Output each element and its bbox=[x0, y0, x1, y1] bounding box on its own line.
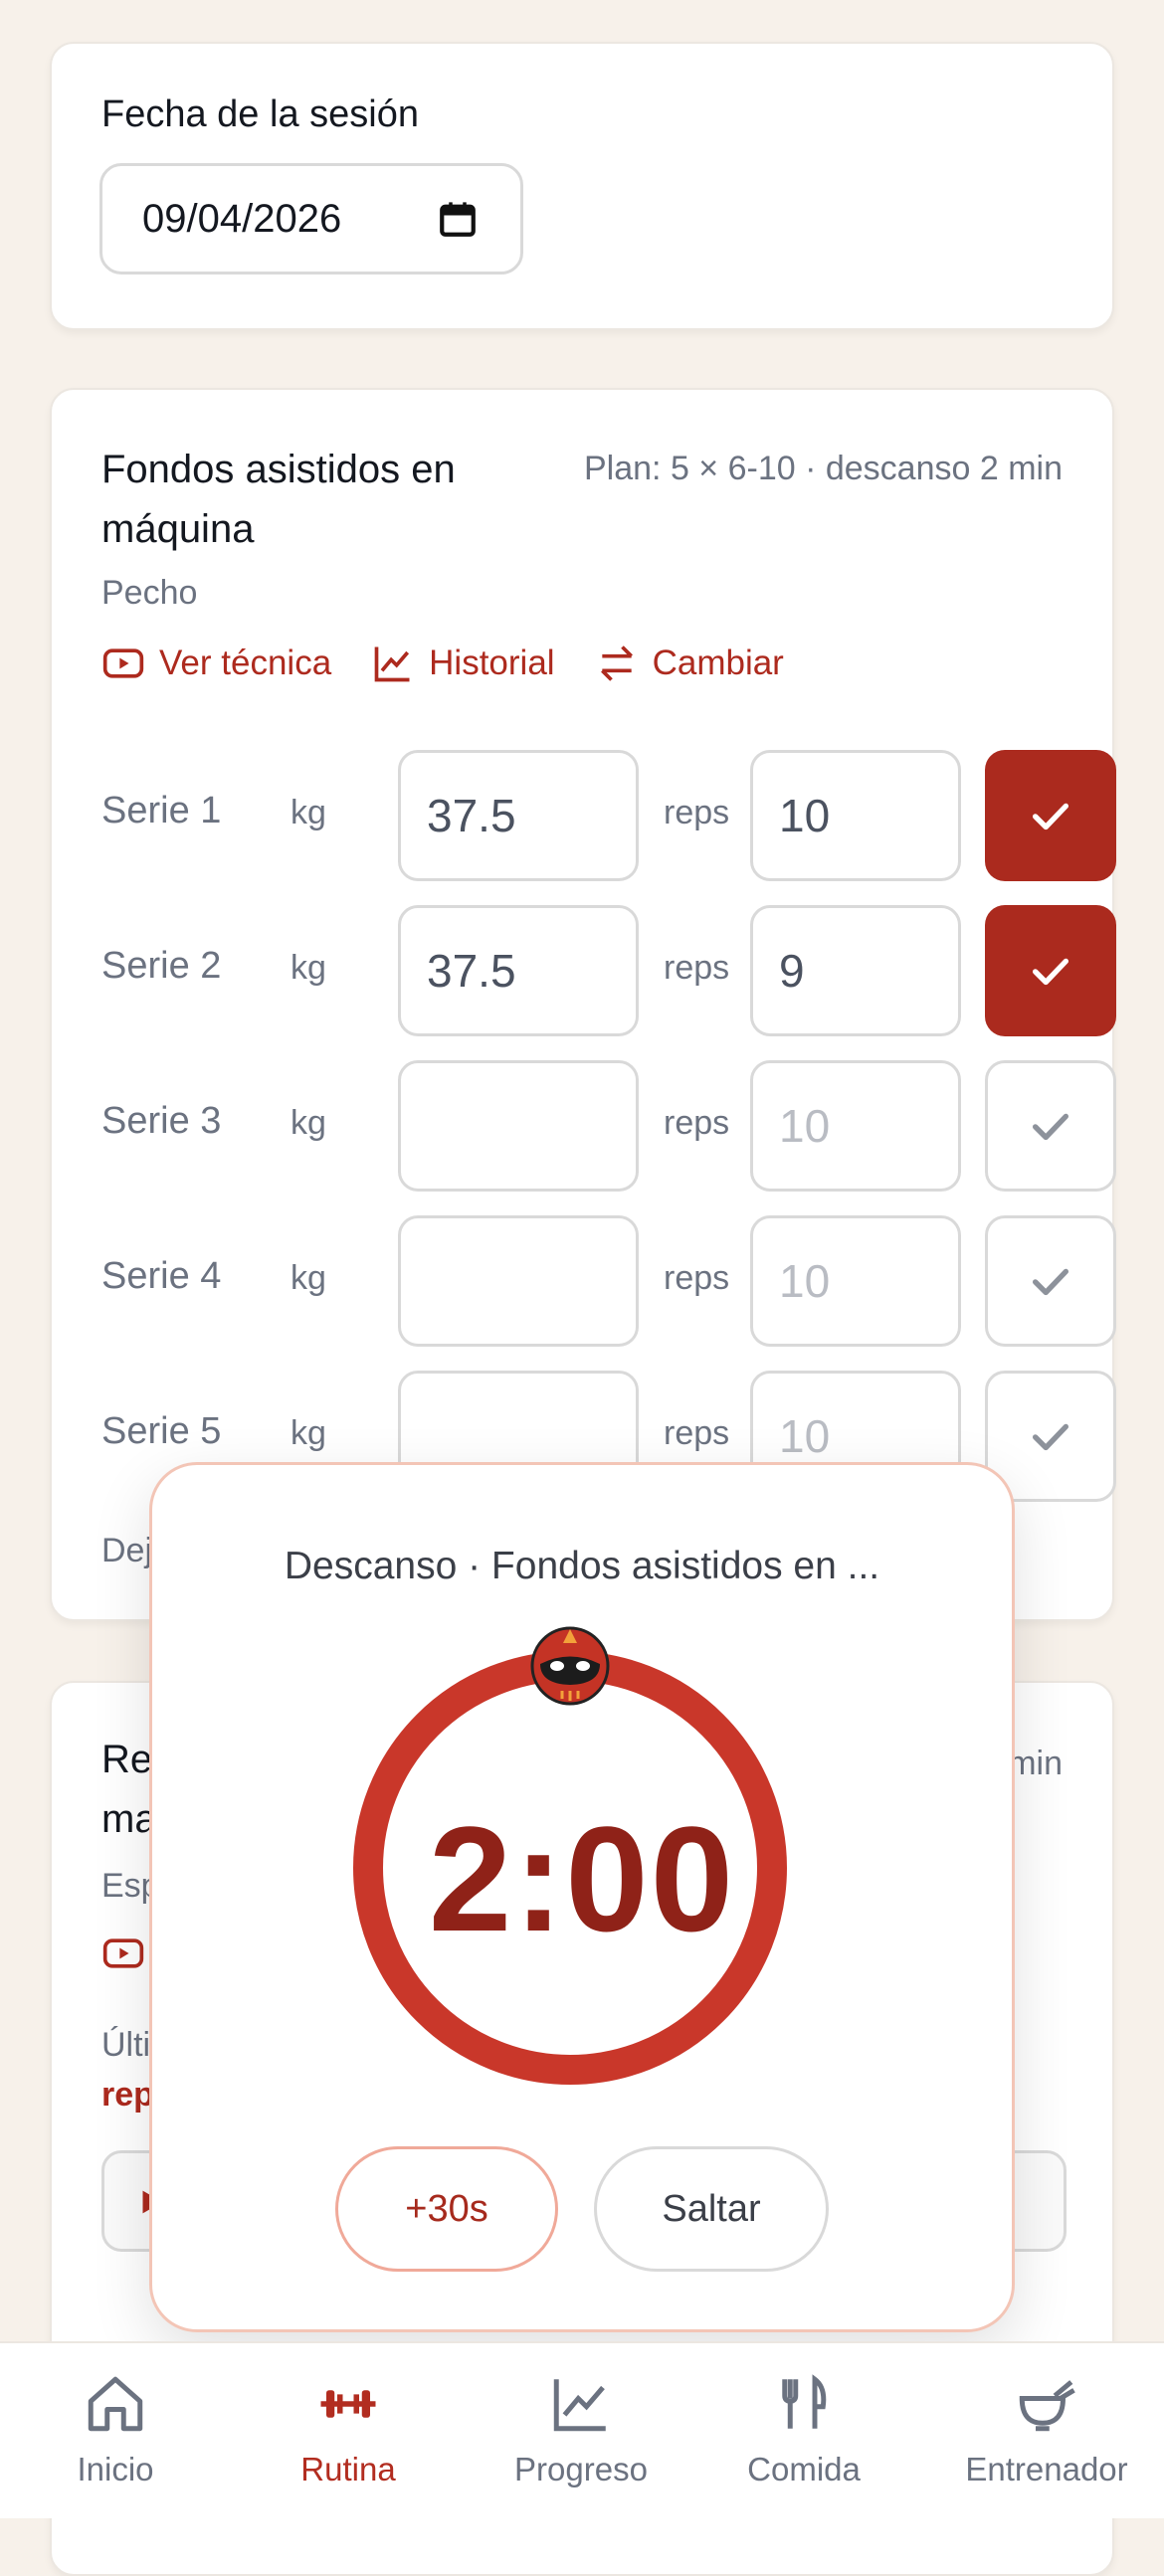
complete-set-button[interactable] bbox=[985, 905, 1116, 1036]
exercise2-last-fragment: Últi bbox=[101, 2026, 151, 2064]
nav-item-entrenador[interactable]: Entrenador bbox=[947, 2371, 1146, 2488]
rest-timer-title: Descanso · Fondos asistidos en ... bbox=[284, 1545, 880, 1587]
rest-timer-time: 2:00 bbox=[428, 1795, 736, 1962]
video-icon bbox=[102, 648, 144, 678]
check-icon bbox=[1032, 803, 1069, 830]
check-icon bbox=[1032, 1113, 1069, 1141]
set-label: Serie 1 bbox=[101, 790, 222, 831]
reps-input[interactable]: 10 bbox=[750, 1215, 961, 1347]
exercise-card: Fondos asistidos en máquina Plan: 5 × 6-… bbox=[50, 388, 1116, 1621]
reps-input[interactable]: 10 bbox=[750, 1060, 961, 1192]
mascot-icon bbox=[530, 1626, 610, 1706]
kg-input[interactable] bbox=[398, 1215, 639, 1347]
add-30s-button[interactable]: +30s bbox=[335, 2146, 558, 2272]
exercise2-reps-fragment: rep bbox=[101, 2076, 154, 2114]
set-label: Serie 3 bbox=[101, 1100, 222, 1142]
reps-input[interactable]: 9 bbox=[750, 905, 961, 1036]
exercise-footer-text: Dej bbox=[101, 1532, 153, 1569]
swap-link[interactable]: Cambiar bbox=[595, 642, 784, 685]
date-value: 09/04/2026 bbox=[142, 196, 342, 241]
check-icon bbox=[1032, 1268, 1069, 1296]
complete-set-button[interactable] bbox=[985, 750, 1116, 881]
bottom-nav: Inicio Rutina Progreso Comida Entrenador bbox=[0, 2341, 1164, 2518]
chart-line-icon bbox=[374, 646, 410, 682]
history-label: Historial bbox=[429, 644, 555, 682]
reps-unit: reps bbox=[664, 1414, 730, 1452]
swap-label: Cambiar bbox=[652, 644, 784, 682]
kg-input[interactable] bbox=[398, 1060, 639, 1192]
chart-icon bbox=[553, 2379, 606, 2432]
reps-unit: reps bbox=[664, 1104, 730, 1142]
kg-unit: kg bbox=[291, 1104, 326, 1142]
set-row: Serie 3 kg reps 10 bbox=[101, 1060, 1116, 1192]
video-icon bbox=[102, 1938, 144, 1968]
nav-label: Rutina bbox=[300, 2451, 396, 2487]
kg-input[interactable]: 37.5 bbox=[398, 750, 639, 881]
set-label: Serie 5 bbox=[101, 1410, 222, 1452]
swap-arrows-icon bbox=[600, 645, 633, 681]
kg-unit: kg bbox=[291, 1259, 326, 1297]
complete-set-button[interactable] bbox=[985, 1215, 1116, 1347]
kg-unit: kg bbox=[291, 1414, 326, 1452]
nav-label: Entrenador bbox=[965, 2451, 1128, 2487]
dumbbell-icon bbox=[320, 2390, 376, 2418]
reps-unit: reps bbox=[664, 949, 730, 987]
nav-item-progreso[interactable]: Progreso bbox=[482, 2371, 680, 2488]
check-icon bbox=[1032, 958, 1069, 986]
exercise-links: Ver técnica Historial Cambiar bbox=[101, 642, 784, 685]
kg-unit: kg bbox=[291, 794, 326, 831]
session-date-input[interactable]: 09/04/2026 bbox=[99, 163, 523, 275]
set-label: Serie 4 bbox=[101, 1255, 222, 1297]
exercise-muscle: Pecho bbox=[101, 574, 198, 612]
date-label: Fecha de la sesión bbox=[101, 93, 419, 135]
exercise-title: Fondos asistidos en máquina bbox=[101, 448, 456, 551]
nav-item-inicio[interactable]: Inicio bbox=[16, 2371, 215, 2488]
exercise-plan: Plan: 5 × 6-10 · descanso 2 min bbox=[584, 450, 1063, 487]
skip-rest-button[interactable]: Saltar bbox=[594, 2146, 829, 2272]
kg-unit: kg bbox=[291, 949, 326, 987]
calendar-icon[interactable] bbox=[437, 198, 479, 240]
coach-icon bbox=[1019, 2380, 1075, 2432]
nav-label: Comida bbox=[747, 2451, 861, 2487]
fork-knife-icon bbox=[782, 2374, 827, 2429]
technique-label: Ver técnica bbox=[159, 644, 332, 682]
set-row: Serie 1 kg 37.5 reps 10 bbox=[101, 750, 1116, 881]
nav-label: Inicio bbox=[77, 2451, 154, 2487]
home-icon bbox=[88, 2376, 143, 2432]
set-label: Serie 2 bbox=[101, 945, 222, 987]
check-icon bbox=[1032, 1423, 1069, 1451]
complete-set-button[interactable] bbox=[985, 1060, 1116, 1192]
nav-item-comida[interactable]: Comida bbox=[704, 2371, 903, 2488]
exercise2-title-fragment: Re bbox=[101, 1738, 153, 1781]
kg-input[interactable]: 37.5 bbox=[398, 905, 639, 1036]
set-row: Serie 2 kg 37.5 reps 9 bbox=[101, 905, 1116, 1036]
rest-timer-popup: Descanso · Fondos asistidos en ... 2:00 … bbox=[149, 1462, 1015, 2332]
reps-unit: reps bbox=[664, 1259, 730, 1297]
nav-item-rutina[interactable]: Rutina bbox=[249, 2371, 448, 2488]
reps-input[interactable]: 10 bbox=[750, 750, 961, 881]
exercise2-plan-fragment: min bbox=[1008, 1745, 1063, 1782]
technique-link[interactable]: Ver técnica bbox=[101, 642, 331, 685]
reps-unit: reps bbox=[664, 794, 730, 831]
history-link[interactable]: Historial bbox=[371, 642, 555, 685]
nav-label: Progreso bbox=[514, 2451, 648, 2487]
set-row: Serie 4 kg reps 10 bbox=[101, 1215, 1116, 1347]
date-card: Fecha de la sesión 09/04/2026 bbox=[50, 42, 1114, 330]
